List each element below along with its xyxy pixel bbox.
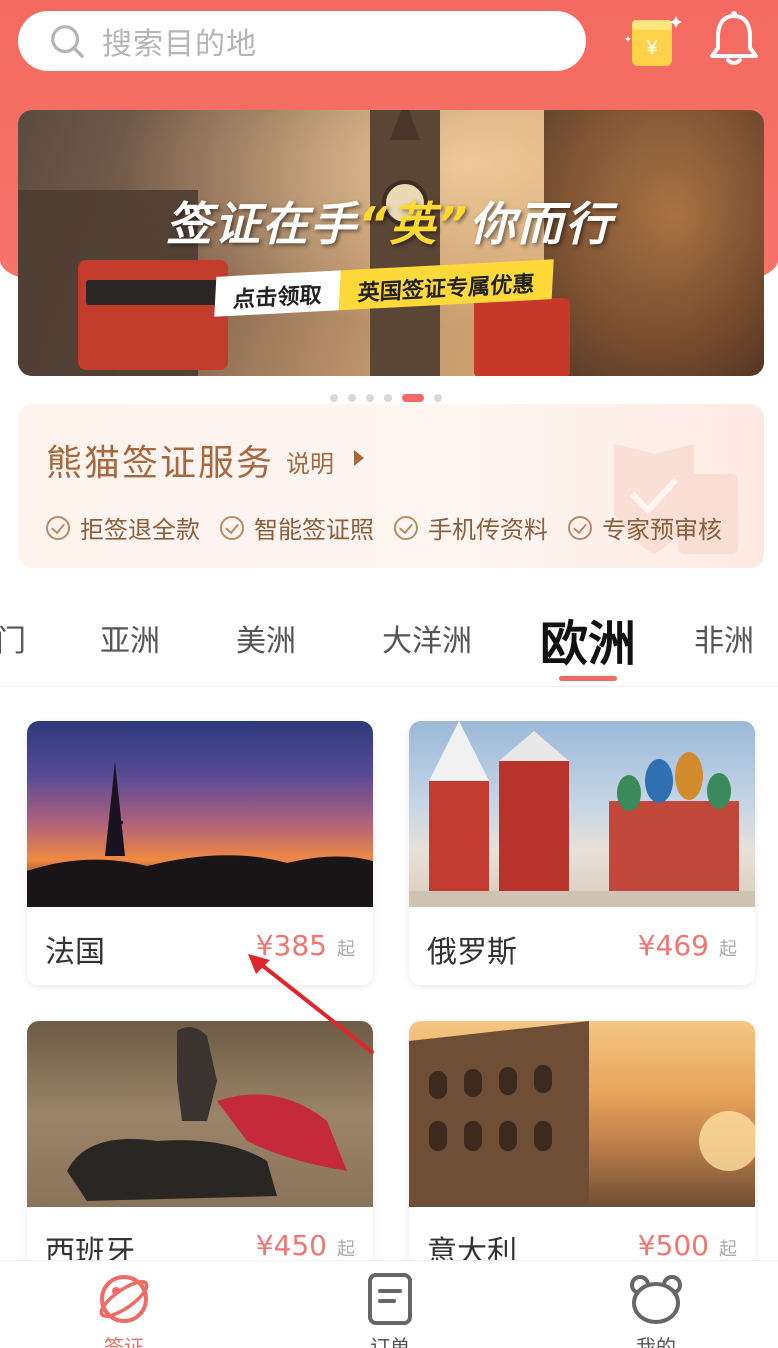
tab-america[interactable]: 美洲 — [236, 616, 296, 660]
russia-image — [409, 721, 755, 907]
service-card: 熊猫签证服务 说明 拒签退全款 智能签证照 手机传资料 专家预审核 — [18, 404, 764, 568]
destination-name: 俄罗斯 — [427, 935, 517, 970]
destination-name: 法国 — [45, 935, 105, 970]
nav-item-visa[interactable]: 签证 — [64, 1271, 184, 1348]
tab-oceania[interactable]: 大洋洲 — [382, 616, 472, 660]
promo-banner[interactable]: 签证在手“英”你而行 点击领取 英国签证专属优惠 — [18, 110, 764, 376]
pagination-dot[interactable] — [330, 394, 338, 402]
destination-card-italy[interactable]: 意大利 ¥500 起 — [409, 1021, 755, 1285]
bottom-navigation: 签证 订单 我的 — [0, 1260, 778, 1348]
pagination-dot[interactable] — [366, 394, 374, 402]
planet-icon — [99, 1275, 149, 1323]
pagination-dot-active[interactable] — [402, 394, 424, 402]
destination-card-russia[interactable]: 俄罗斯 ¥469 起 — [409, 721, 755, 985]
destination-price: ¥469 — [637, 929, 709, 962]
price-suffix: 起 — [337, 1239, 355, 1260]
bus-image — [474, 298, 570, 376]
destination-card-france[interactable]: 法国 ¥385 起 — [27, 721, 373, 985]
svg-text:¥: ¥ — [645, 37, 658, 59]
nav-label: 订单 — [370, 1335, 410, 1348]
search-placeholder: 搜索目的地 — [102, 27, 257, 62]
feature-item: 拒签退全款 — [46, 510, 200, 545]
check-circle-icon — [568, 515, 592, 540]
banner-pagination — [330, 394, 442, 402]
price-suffix: 起 — [719, 939, 737, 960]
nav-label: 签证 — [104, 1335, 144, 1348]
check-circle-icon — [46, 515, 70, 540]
feature-item: 专家预审核 — [568, 510, 722, 545]
destination-card-spain[interactable]: 西班牙 ¥450 起 — [27, 1021, 373, 1285]
france-image — [27, 721, 373, 907]
play-arrow-icon[interactable] — [354, 450, 364, 466]
tab-africa[interactable]: 非洲 — [694, 616, 754, 660]
tab-active-indicator — [559, 676, 617, 681]
price-suffix: 起 — [337, 939, 355, 960]
banner-cta-claim[interactable]: 点击领取 — [214, 270, 341, 317]
coupon-wallet-icon[interactable]: ¥ — [624, 12, 682, 70]
price-suffix: 起 — [719, 1239, 737, 1260]
shield-icon — [614, 444, 738, 554]
nav-item-orders[interactable]: 订单 — [330, 1271, 450, 1348]
feature-item: 智能签证照 — [220, 510, 374, 545]
search-icon — [51, 25, 84, 58]
spain-image — [27, 1021, 373, 1207]
check-circle-icon — [394, 515, 418, 540]
tab-europe[interactable]: 欧洲 — [540, 604, 636, 674]
tab-hot[interactable]: 门 — [0, 616, 26, 660]
divider — [0, 686, 778, 687]
italy-image — [409, 1021, 755, 1207]
feature-item: 手机传资料 — [394, 510, 548, 545]
region-tabs: 门 亚洲 美洲 大洋洲 欧洲 非洲 — [0, 596, 778, 680]
pagination-dot[interactable] — [434, 394, 442, 402]
destination-price: ¥385 — [255, 929, 327, 962]
check-circle-icon — [220, 515, 244, 540]
bear-icon — [630, 1275, 682, 1324]
nav-item-profile[interactable]: 我的 — [596, 1271, 716, 1348]
search-bar[interactable]: 搜索目的地 — [18, 11, 586, 71]
destination-price: ¥450 — [255, 1229, 327, 1262]
bell-icon[interactable] — [708, 10, 760, 66]
banner-headline: 签证在手“英”你而行 — [166, 197, 614, 251]
bus-image — [78, 260, 228, 370]
destination-price: ¥500 — [637, 1229, 709, 1262]
order-icon — [368, 1273, 412, 1325]
service-title: 熊猫签证服务 — [46, 443, 275, 484]
tab-asia[interactable]: 亚洲 — [100, 616, 160, 660]
pagination-dot[interactable] — [384, 394, 392, 402]
nav-label: 我的 — [636, 1335, 676, 1348]
pagination-dot[interactable] — [348, 394, 356, 402]
service-explain-link[interactable]: 说明 — [286, 444, 334, 479]
